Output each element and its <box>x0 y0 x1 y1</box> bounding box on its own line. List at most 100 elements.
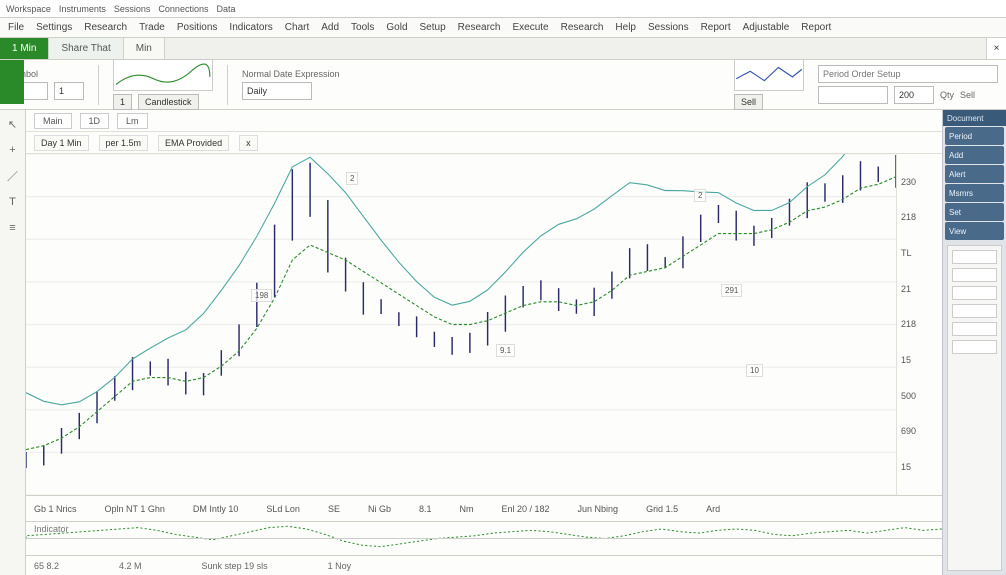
right-panel-item[interactable]: Period <box>945 127 1004 145</box>
trend-icon[interactable]: ／ <box>5 168 21 184</box>
tab-bar: 1 MinShare ThatMin × <box>0 38 1006 60</box>
menu-bar: File Settings Research Trade Positions Indica… <box>0 18 1006 38</box>
y-axis-label: 21 <box>901 284 938 294</box>
x-axis-label: 8.1 <box>419 504 432 514</box>
crosshair-icon[interactable]: + <box>5 142 21 158</box>
menu-item[interactable]: Gold <box>386 22 407 33</box>
charttype-button[interactable]: Candlestick <box>138 94 199 110</box>
chart-annotation: 10 <box>746 364 763 377</box>
qty-input[interactable] <box>894 86 934 104</box>
ruler-icon[interactable]: ≡ <box>5 220 21 236</box>
sub-tab[interactable]: Lm <box>117 113 148 129</box>
right-panel-field[interactable] <box>952 340 997 354</box>
range-label: Normal Date Expression <box>242 69 340 79</box>
titlebar-item[interactable]: Instruments <box>59 4 106 14</box>
menu-item[interactable]: Research <box>458 22 501 33</box>
right-panel-field[interactable] <box>952 304 997 318</box>
right-panel-item[interactable]: Msmrs <box>945 184 1004 202</box>
menu-item[interactable]: Trade <box>139 22 165 33</box>
mini-chart[interactable] <box>113 59 213 91</box>
sell-mini-button[interactable]: Sell <box>734 94 763 110</box>
chart-tab[interactable]: Min <box>124 38 165 59</box>
menu-item[interactable]: Chart <box>285 22 309 33</box>
sub-tab[interactable]: 1D <box>80 113 110 129</box>
order-setup-input[interactable] <box>818 65 998 83</box>
menu-item[interactable]: Setup <box>420 22 446 33</box>
chart-pane: Main1DLm Day 1 Minper 1.5mEMA Providedx … <box>26 110 942 575</box>
chart-legend-row: Day 1 Min per 1.5m EMA Provided x <box>26 132 942 154</box>
order-minichart-group: Sell <box>734 59 804 110</box>
y-axis-label: 690 <box>901 426 938 436</box>
right-panel-item[interactable]: Add <box>945 146 1004 164</box>
y-axis-label: 15 <box>901 355 938 365</box>
minichart-group: 1 Candlestick <box>113 59 213 110</box>
menu-item[interactable]: Report <box>701 22 731 33</box>
menu-item[interactable]: Adjustable <box>743 22 790 33</box>
menu-item[interactable]: Research <box>84 22 127 33</box>
right-panel-field[interactable] <box>952 322 997 336</box>
y-axis-label: 218 <box>901 212 938 222</box>
x-axis-label: Grid 1.5 <box>646 504 678 514</box>
x-axis-label: Ard <box>706 504 720 514</box>
titlebar-item[interactable]: Data <box>216 4 235 14</box>
chart-annotation: 291 <box>721 284 742 297</box>
sub-tab[interactable]: Main <box>34 113 72 129</box>
titlebar-item[interactable]: Connections <box>158 4 208 14</box>
menu-item[interactable]: Research <box>561 22 604 33</box>
chart-canvas[interactable]: 21989.1229110 <box>26 154 896 495</box>
menu-item[interactable]: Indicators <box>229 22 272 33</box>
right-panel-field[interactable] <box>952 268 997 282</box>
indicator-strip: Indicator <box>26 521 942 555</box>
right-panel-item[interactable]: View <box>945 222 1004 240</box>
chart-footer: 65 8.24.2 MSunk step 19 sls1 Noy <box>26 555 942 575</box>
menu-item[interactable]: Settings <box>36 22 72 33</box>
right-panel-field[interactable] <box>952 286 997 300</box>
chart-tab[interactable]: 1 Min <box>0 38 49 59</box>
x-axis-label: SLd Lon <box>266 504 300 514</box>
menu-item[interactable]: Report <box>801 22 831 33</box>
range-input[interactable] <box>242 82 312 100</box>
chart-y-axis: 230218TL212181550069015 <box>896 154 942 495</box>
workspace: ↖ + ／ T ≡ Main 1D Lm Day 1 Min per 1.5m EMA Prov… <box>0 110 1006 575</box>
interval-button[interactable]: 1 <box>113 94 132 110</box>
legend-item[interactable]: Day 1 Min <box>34 135 89 151</box>
footer-label: Sunk step 19 sls <box>202 561 268 571</box>
legend-item[interactable]: EMA Provided <box>158 135 229 151</box>
right-panel-item[interactable]: Alert <box>945 165 1004 183</box>
app-brand-stub <box>0 60 24 104</box>
menu-item[interactable]: File <box>8 22 24 33</box>
menu-item[interactable]: Add <box>321 22 339 33</box>
footer-label: 1 Noy <box>328 561 352 571</box>
range-group: Normal Date Expression <box>242 69 340 100</box>
close-icon[interactable]: × <box>986 38 1006 59</box>
menu-item[interactable]: Help <box>615 22 636 33</box>
menu-item[interactable]: Sessions <box>648 22 689 33</box>
titlebar-item[interactable]: Workspace <box>6 4 51 14</box>
y-axis-label: 218 <box>901 319 938 329</box>
legend-item[interactable]: per 1.5m <box>99 135 149 151</box>
x-axis-label: Gb 1 Nrics <box>34 504 77 514</box>
right-panel: Document PeriodAddAlertMsmrsSetView <box>942 110 1006 575</box>
chart-annotation: 2 <box>694 189 706 202</box>
period-input[interactable] <box>54 82 84 100</box>
y-axis-label: 500 <box>901 391 938 401</box>
legend-item[interactable]: x <box>239 135 258 151</box>
pointer-icon[interactable]: ↖ <box>5 116 21 132</box>
menu-item[interactable]: Execute <box>512 22 548 33</box>
side-label: Sell <box>960 90 975 100</box>
order-mini-chart[interactable] <box>734 59 804 91</box>
menu-item[interactable]: Positions <box>177 22 218 33</box>
right-panel-item[interactable]: Set <box>945 203 1004 221</box>
sell-price-input[interactable] <box>818 86 888 104</box>
x-axis-label: Enl 20 / 182 <box>501 504 549 514</box>
right-panel-field[interactable] <box>952 250 997 264</box>
right-panel-fields <box>947 245 1002 571</box>
menu-item[interactable]: Tools <box>351 22 374 33</box>
chart-annotation: 9.1 <box>496 344 515 357</box>
titlebar-item[interactable]: Sessions <box>114 4 151 14</box>
x-axis-label: Jun Nbing <box>578 504 619 514</box>
y-axis-label: 15 <box>901 462 938 472</box>
left-tool-rail: ↖ + ／ T ≡ <box>0 110 26 575</box>
chart-tab[interactable]: Share That <box>49 38 123 59</box>
text-icon[interactable]: T <box>5 194 21 210</box>
